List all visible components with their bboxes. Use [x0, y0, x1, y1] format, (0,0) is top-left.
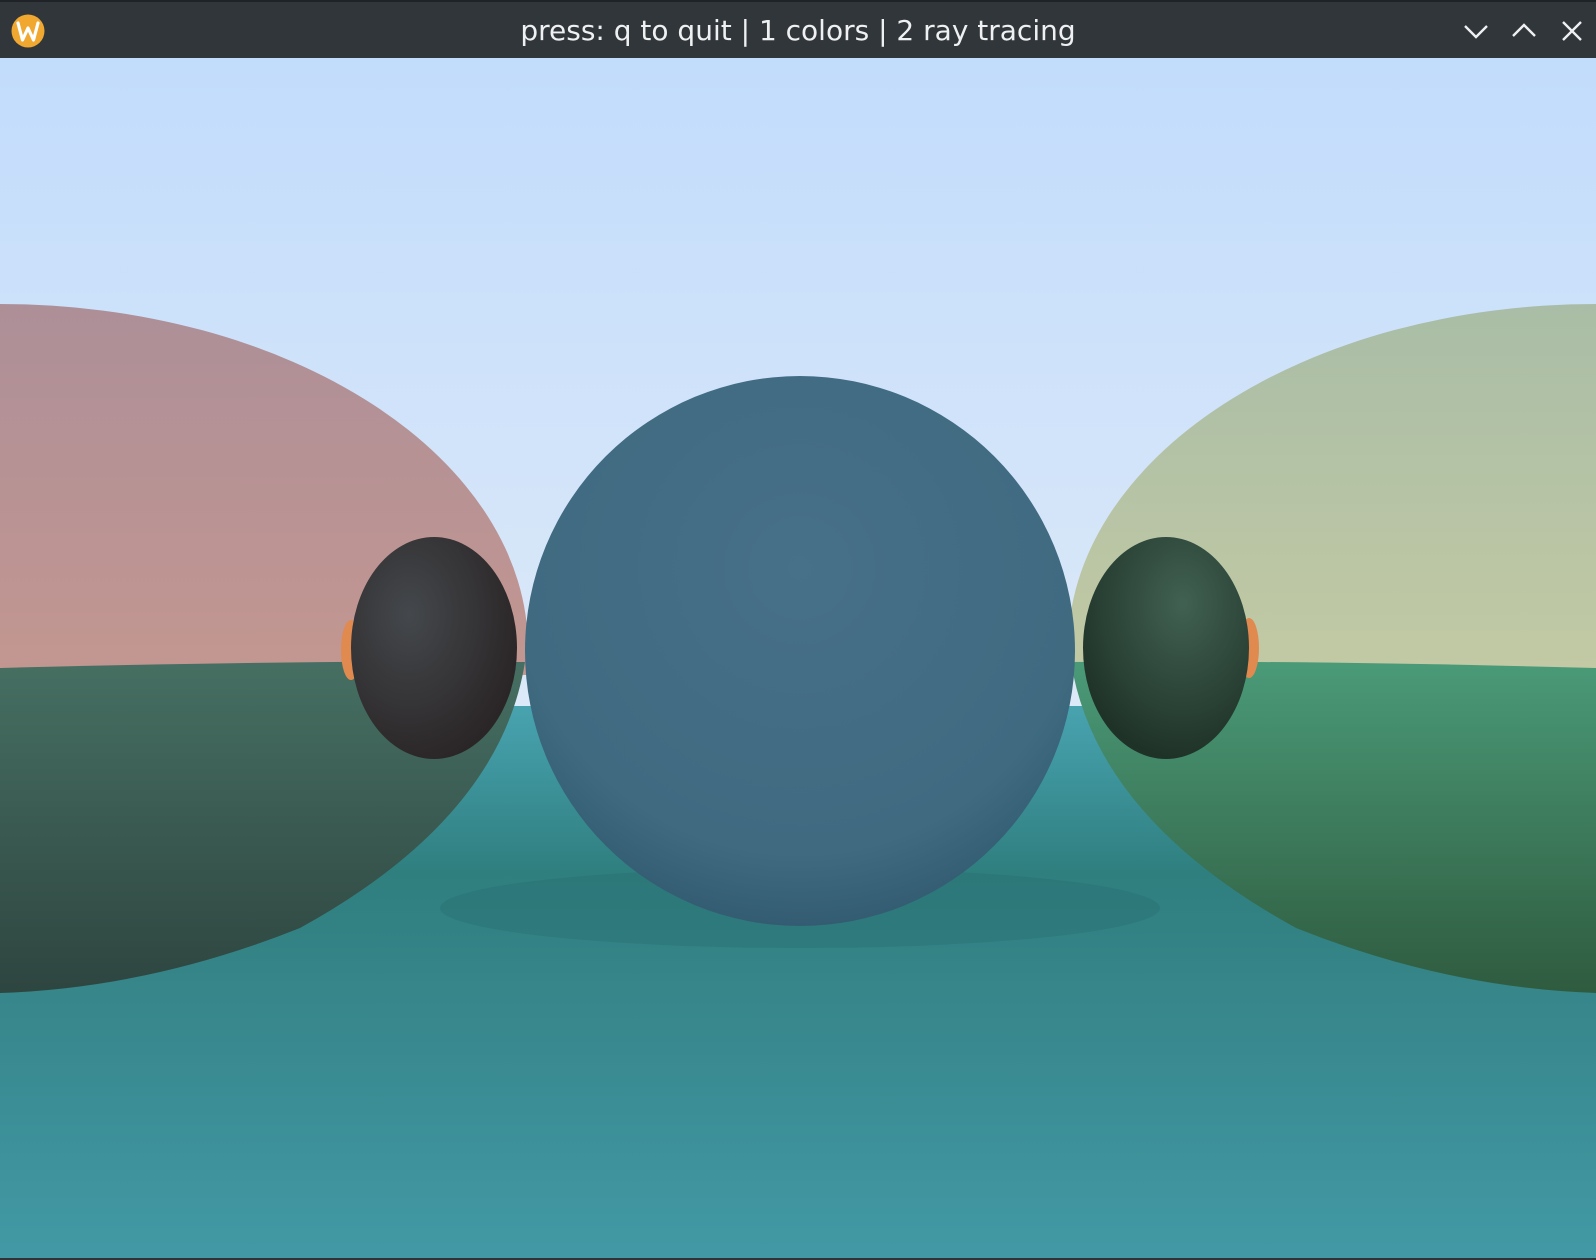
minimize-button[interactable]	[1459, 14, 1493, 48]
right-small-sphere	[1083, 537, 1249, 759]
title-bar[interactable]: press: q to quit | 1 colors | 2 ray trac…	[0, 0, 1596, 58]
ray-traced-scene	[0, 58, 1596, 1258]
chevron-down-icon	[1464, 25, 1488, 39]
left-small-sphere	[351, 537, 517, 759]
center-sphere	[525, 376, 1075, 926]
render-viewport	[0, 58, 1596, 1258]
chevron-up-icon	[1512, 23, 1536, 37]
application-window: press: q to quit | 1 colors | 2 ray trac…	[0, 0, 1596, 1260]
window-title: press: q to quit | 1 colors | 2 ray trac…	[520, 14, 1076, 47]
close-icon	[1562, 21, 1582, 41]
maximize-button[interactable]	[1507, 14, 1541, 48]
close-button[interactable]	[1555, 14, 1589, 48]
